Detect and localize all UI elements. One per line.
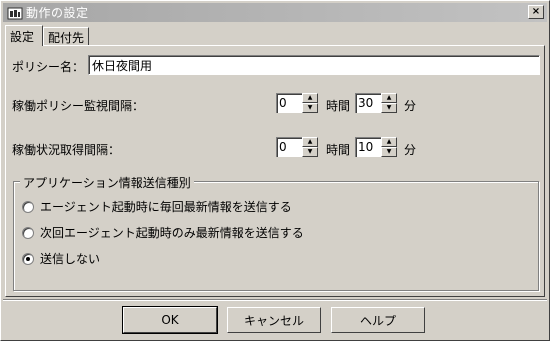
app-icon [7, 7, 23, 19]
radio-send-every-start[interactable]: エージェント起動時に毎回最新情報を送信する [22, 198, 292, 215]
radio-label: 次回エージェント起動時のみ最新情報を送信する [40, 226, 304, 240]
settings-dialog: 動作の設定 × 設定 配付先 ポリシー名： 稼働ポリシー監視間隔： 0 ▲ ▼ … [0, 0, 550, 341]
policy-name-input[interactable] [88, 55, 540, 75]
send-type-group-title: アプリケーション情報送信種別 [20, 174, 194, 191]
status-hours-unit: 時間 [326, 143, 351, 157]
tab-distribution[interactable]: 配付先 [43, 27, 89, 46]
status-hours-value[interactable]: 0 [276, 137, 302, 157]
radio-button[interactable] [22, 226, 34, 239]
send-type-groupbox: アプリケーション情報送信種別 エージェント起動時に毎回最新情報を送信する 次回エ… [13, 174, 539, 291]
monitor-hours-spinner[interactable]: 0 ▲ ▼ [276, 93, 318, 113]
spin-up-icon[interactable]: ▲ [302, 93, 318, 103]
help-button[interactable]: ヘルプ [331, 307, 425, 333]
monitor-minutes-value[interactable]: 30 [355, 93, 381, 113]
close-icon: × [531, 6, 541, 17]
ok-button[interactable]: OK [122, 306, 218, 334]
status-minutes-value[interactable]: 10 [355, 137, 381, 157]
radio-label: 送信しない [40, 252, 101, 266]
status-interval-label: 稼働状況取得間隔： [12, 143, 121, 157]
spin-down-icon[interactable]: ▼ [381, 103, 397, 113]
status-hours-spinner[interactable]: 0 ▲ ▼ [276, 137, 318, 157]
radio-button[interactable] [22, 200, 34, 213]
monitor-interval-label: 稼働ポリシー監視間隔： [12, 99, 145, 113]
radio-send-next-start[interactable]: 次回エージェント起動時のみ最新情報を送信する [22, 224, 304, 241]
status-minutes-spinner[interactable]: 10 ▲ ▼ [355, 137, 397, 157]
monitor-hours-value[interactable]: 0 [276, 93, 302, 113]
policy-name-label: ポリシー名： [12, 60, 85, 74]
status-minutes-unit: 分 [404, 143, 417, 157]
spin-up-icon[interactable]: ▲ [302, 137, 318, 147]
close-button[interactable]: × [528, 5, 544, 19]
monitor-minutes-spinner[interactable]: 30 ▲ ▼ [355, 93, 397, 113]
spin-up-icon[interactable]: ▲ [381, 137, 397, 147]
footer-separator [3, 299, 547, 301]
window-title: 動作の設定 [26, 6, 89, 20]
tab-label: 設定 [10, 29, 35, 44]
radio-do-not-send[interactable]: 送信しない [22, 250, 100, 267]
tab-settings[interactable]: 設定 [5, 25, 43, 46]
monitor-hours-unit: 時間 [326, 99, 351, 113]
spin-down-icon[interactable]: ▼ [381, 147, 397, 157]
title-bar[interactable]: 動作の設定 × [3, 3, 547, 22]
spin-up-icon[interactable]: ▲ [381, 93, 397, 103]
monitor-minutes-unit: 分 [404, 99, 417, 113]
cancel-button[interactable]: キャンセル [227, 307, 321, 333]
radio-label: エージェント起動時に毎回最新情報を送信する [40, 200, 292, 214]
tab-label: 配付先 [48, 30, 85, 45]
radio-button[interactable] [22, 252, 34, 265]
spin-down-icon[interactable]: ▼ [302, 147, 318, 157]
spin-down-icon[interactable]: ▼ [302, 103, 318, 113]
